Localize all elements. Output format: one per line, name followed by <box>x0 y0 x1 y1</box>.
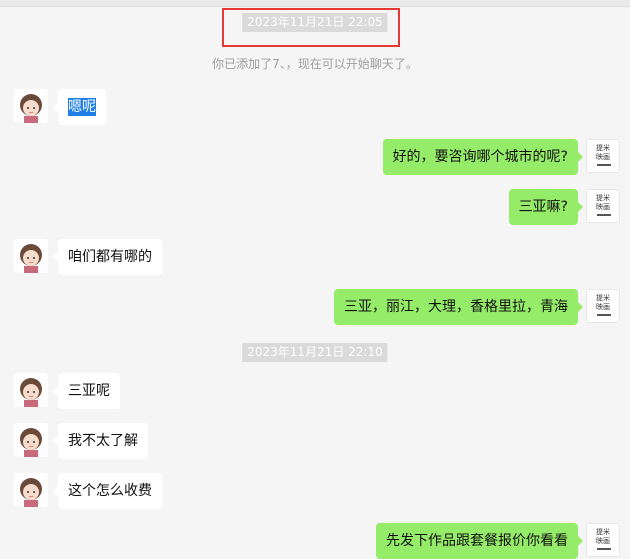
message-row: 咱们都有哪的 <box>0 239 630 275</box>
girl-avatar-icon <box>14 239 48 273</box>
girl-avatar-icon <box>14 373 48 407</box>
contact-avatar[interactable] <box>14 423 48 457</box>
red-highlight-box <box>222 8 400 47</box>
message-bubble-outgoing[interactable]: 三亚嘛? <box>508 189 584 225</box>
message-bubble-outgoing[interactable]: 好的，要咨询哪个城市的呢? <box>382 139 584 175</box>
contact-avatar[interactable] <box>14 239 48 273</box>
logo-text: 提米 映画 <box>596 294 610 311</box>
self-avatar[interactable]: 提米 映画 <box>586 189 620 223</box>
girl-avatar-icon <box>14 89 48 123</box>
message-row: 好的，要咨询哪个城市的呢? 提米 映画 <box>0 139 630 175</box>
message-row: 三亚，丽江，大理，香格里拉，青海 提米 映画 <box>0 289 630 325</box>
contact-avatar[interactable] <box>14 373 48 407</box>
message-row: 我不太了解 <box>0 423 630 459</box>
selected-text: 嗯呢 <box>68 98 96 116</box>
system-notice: 你已添加了7、，现在可以开始聊天了。 <box>212 57 418 71</box>
message-bubble-incoming[interactable]: 嗯呢 <box>53 89 106 125</box>
girl-avatar-icon <box>14 473 48 507</box>
logo-underline <box>597 548 611 550</box>
logo-text: 提米 映画 <box>596 194 610 211</box>
message-row: 三亚嘛? 提米 映画 <box>0 189 630 225</box>
message-bubble-incoming[interactable]: 咱们都有哪的 <box>53 239 162 275</box>
window-top-edge <box>0 0 630 7</box>
message-bubble-outgoing[interactable]: 三亚，丽江，大理，香格里拉，青海 <box>334 289 583 325</box>
contact-avatar[interactable] <box>14 473 48 507</box>
logo-text: 提米 映画 <box>596 144 610 161</box>
timestamp-label: 2023年11月21日 22:10 <box>242 343 388 362</box>
logo-underline <box>597 164 611 166</box>
message-bubble-incoming[interactable]: 三亚呢 <box>53 373 120 409</box>
message-bubble-incoming[interactable]: 这个怎么收费 <box>53 473 162 509</box>
contact-avatar[interactable] <box>14 89 48 123</box>
self-avatar[interactable]: 提米 映画 <box>586 523 620 557</box>
message-row: 三亚呢 <box>0 373 630 409</box>
self-avatar[interactable]: 提米 映画 <box>586 289 620 323</box>
logo-underline <box>597 314 611 316</box>
message-row: 这个怎么收费 <box>0 473 630 509</box>
self-avatar[interactable]: 提米 映画 <box>586 139 620 173</box>
message-row: 嗯呢 <box>0 89 630 125</box>
message-bubble-incoming[interactable]: 我不太了解 <box>53 423 148 459</box>
girl-avatar-icon <box>14 423 48 457</box>
logo-text: 提米 映画 <box>596 528 610 545</box>
logo-underline <box>597 214 611 216</box>
message-bubble-outgoing[interactable]: 先发下作品跟套餐报价你看看 <box>376 523 583 559</box>
message-row: 先发下作品跟套餐报价你看看 提米 映画 <box>0 523 630 559</box>
